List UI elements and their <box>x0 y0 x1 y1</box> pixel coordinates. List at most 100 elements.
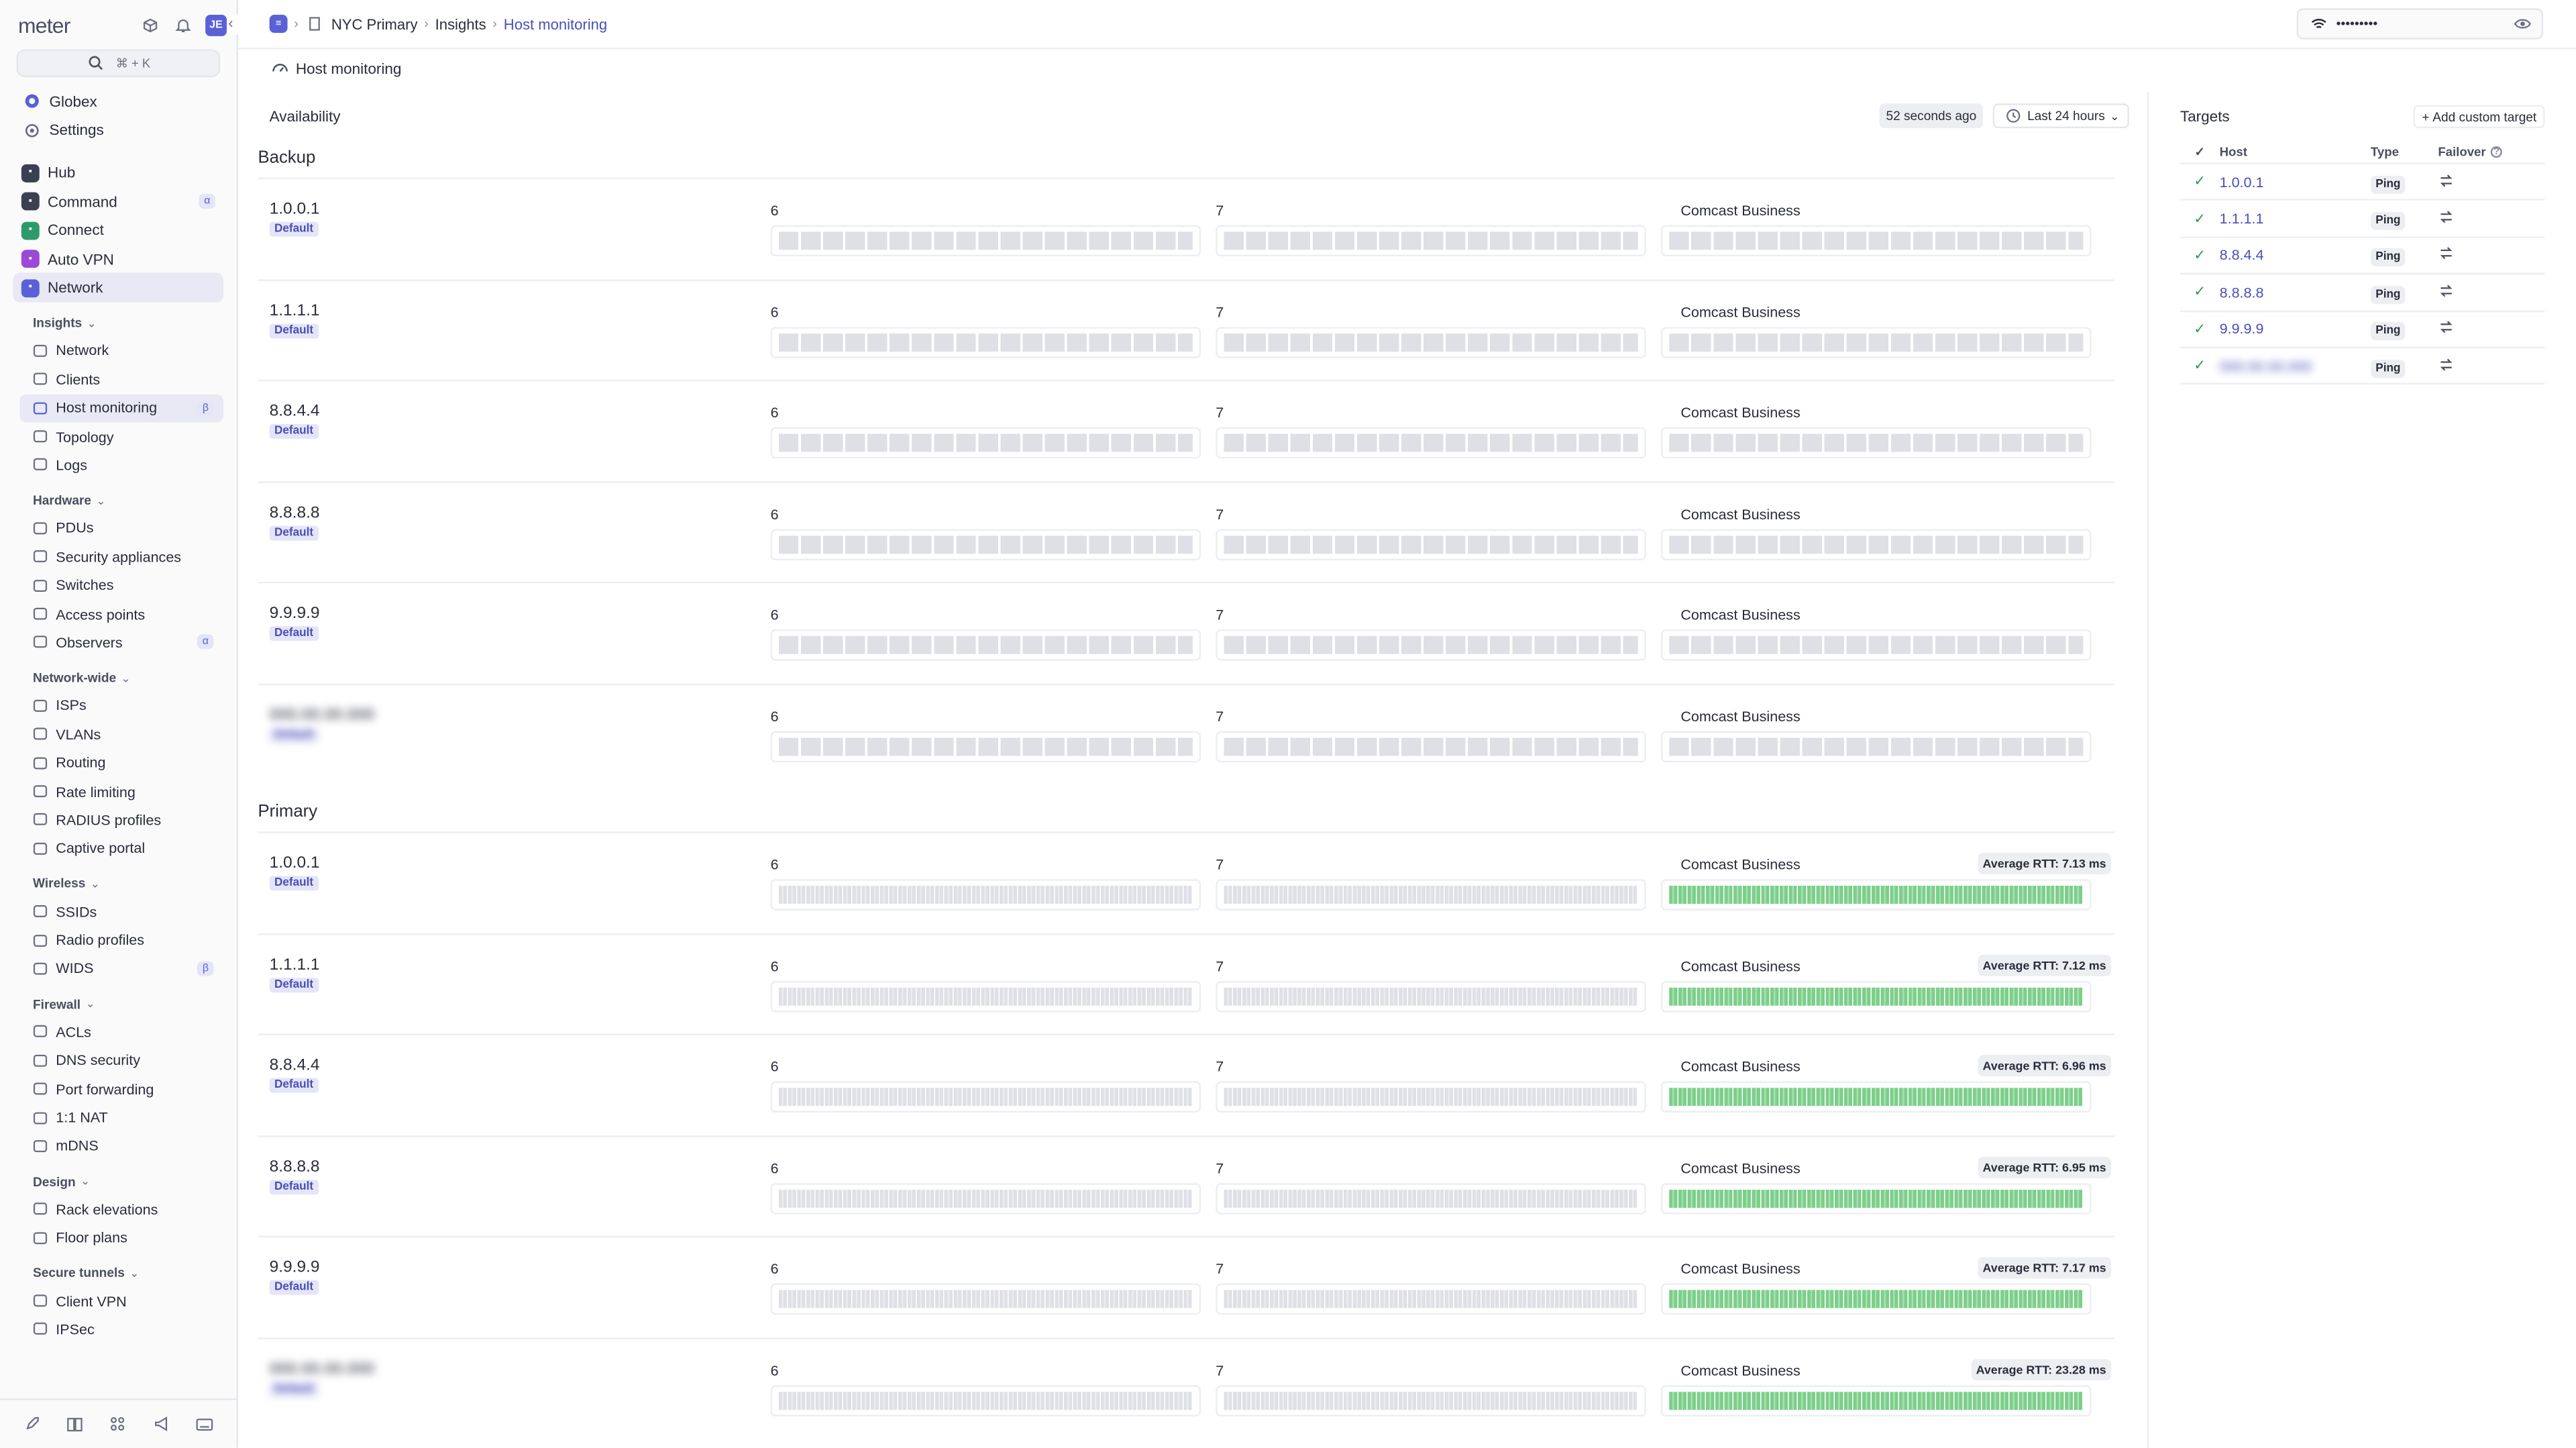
availability-bar-1[interactable] <box>771 731 1201 762</box>
target-row[interactable]: ✓1.1.1.1Ping <box>2180 201 2545 238</box>
sidebar-item-routing[interactable]: Routing <box>19 748 223 777</box>
availability-bar-2[interactable] <box>1216 1284 1646 1315</box>
target-host-link[interactable]: 8.8.4.4 <box>2220 247 2371 263</box>
availability-bar-isp[interactable] <box>1661 427 2092 459</box>
check-icon[interactable]: ✓ <box>2180 173 2220 191</box>
availability-bar-isp[interactable] <box>1661 528 2092 560</box>
availability-bar-isp[interactable] <box>1661 1384 2092 1416</box>
availability-bar-1[interactable] <box>771 1081 1201 1113</box>
app-auto-vpn[interactable]: ▪Auto VPN <box>13 245 223 274</box>
sidebar-item-access-points[interactable]: Access points <box>19 600 223 629</box>
failover-swap-icon[interactable] <box>2438 246 2454 265</box>
sidebar-item-port-forwarding[interactable]: Port forwarding <box>19 1074 223 1103</box>
availability-bar-isp[interactable] <box>1661 326 2092 358</box>
availability-bar-isp[interactable] <box>1661 879 2092 911</box>
sidebar-item-client-vpn[interactable]: Client VPN <box>19 1286 223 1315</box>
failover-swap-icon[interactable] <box>2438 319 2454 339</box>
sidebar-item-clients[interactable]: Clients <box>19 365 223 394</box>
sidebar-item-rack-elevations[interactable]: Rack elevations <box>19 1195 223 1224</box>
header-host[interactable]: Host <box>2220 145 2371 160</box>
breadcrumb-site[interactable]: NYC Primary <box>331 15 418 32</box>
sidebar-item-rate-limiting[interactable]: Rate limiting <box>19 777 223 806</box>
sidebar-item-logs[interactable]: Logs <box>19 451 223 480</box>
settings-link[interactable]: Settings <box>13 115 223 144</box>
target-row[interactable]: ✓9.9.9.9Ping <box>2180 311 2545 348</box>
section-network-wide[interactable]: Network-wide⌄ <box>33 665 223 691</box>
host-row[interactable]: 000.00.00.000Default67Comcast Business <box>258 683 2114 784</box>
sidebar-item-observers[interactable]: Observersα <box>19 628 223 657</box>
availability-bar-isp[interactable] <box>1661 1284 2092 1315</box>
target-row[interactable]: ✓1.0.0.1Ping <box>2180 164 2545 201</box>
wifi-password-field[interactable]: ••••••••• <box>2297 8 2543 40</box>
sidebar-item-vlans[interactable]: VLANs <box>19 720 223 749</box>
failover-swap-icon[interactable] <box>2438 356 2454 376</box>
rocket-icon[interactable] <box>21 1414 41 1433</box>
availability-bar-1[interactable] <box>771 225 1201 257</box>
availability-bar-2[interactable] <box>1216 225 1646 257</box>
book-icon[interactable] <box>65 1414 85 1433</box>
availability-bar-1[interactable] <box>771 528 1201 560</box>
add-custom-target-button[interactable]: + Add custom target <box>2414 105 2545 128</box>
host-row[interactable]: 9.9.9.9Default67Comcast BusinessAverage … <box>258 1236 2114 1337</box>
failover-swap-icon[interactable] <box>2438 172 2454 191</box>
grid-apps-icon[interactable] <box>109 1414 128 1433</box>
availability-bar-isp[interactable] <box>1661 980 2092 1012</box>
availability-bar-2[interactable] <box>1216 427 1646 459</box>
sidebar-item-floor-plans[interactable]: Floor plans <box>19 1223 223 1252</box>
sidebar-item-radius-profiles[interactable]: RADIUS profiles <box>19 806 223 835</box>
target-host-link[interactable]: 1.1.1.1 <box>2220 211 2371 227</box>
breadcrumb-section[interactable]: Insights <box>435 15 486 32</box>
sidebar-item-switches[interactable]: Switches <box>19 571 223 600</box>
availability-bar-isp[interactable] <box>1661 1182 2092 1214</box>
sidebar-item-wids[interactable]: WIDSβ <box>19 954 223 983</box>
keyboard-icon[interactable] <box>195 1414 215 1433</box>
target-host-link[interactable]: 000.00.00.000 <box>2220 358 2371 374</box>
section-firewall[interactable]: Firewall⌄ <box>33 991 223 1017</box>
bell-icon[interactable] <box>172 15 192 34</box>
org-selector[interactable]: Globex <box>13 87 223 116</box>
sidebar-item-1-1-nat[interactable]: 1:1 NAT <box>19 1103 223 1132</box>
sidebar-item-isps[interactable]: ISPs <box>19 691 223 720</box>
availability-bar-1[interactable] <box>771 326 1201 358</box>
availability-bar-2[interactable] <box>1216 879 1646 911</box>
section-design[interactable]: Design⌄ <box>33 1169 223 1195</box>
availability-bar-2[interactable] <box>1216 1384 1646 1416</box>
sidebar-item-captive-portal[interactable]: Captive portal <box>19 834 223 863</box>
sidebar-item-topology[interactable]: Topology <box>19 422 223 451</box>
check-icon[interactable]: ✓ <box>2180 209 2220 227</box>
time-range-dropdown[interactable]: Last 24 hours ⌄ <box>1993 103 2130 128</box>
section-hardware[interactable]: Hardware⌄ <box>33 488 223 514</box>
meter-logo[interactable]: meter <box>18 12 70 37</box>
app-network[interactable]: ▪Network <box>13 273 223 302</box>
availability-bar-1[interactable] <box>771 980 1201 1012</box>
availability-bar-1[interactable] <box>771 629 1201 661</box>
help-icon[interactable]: ? <box>2491 146 2502 158</box>
sidebar-item-ipsec[interactable]: IPSec <box>19 1315 223 1344</box>
host-row[interactable]: 1.0.0.1Default67Comcast Business <box>258 177 2114 278</box>
availability-bar-2[interactable] <box>1216 1182 1646 1214</box>
availability-bar-isp[interactable] <box>1661 731 2092 762</box>
target-host-link[interactable]: 8.8.8.8 <box>2220 284 2371 300</box>
availability-bar-1[interactable] <box>771 1182 1201 1214</box>
availability-bar-2[interactable] <box>1216 731 1646 762</box>
sidebar-item-ssids[interactable]: SSIDs <box>19 897 223 926</box>
availability-bar-1[interactable] <box>771 879 1201 911</box>
section-secure-tunnels[interactable]: Secure tunnels⌄ <box>33 1260 223 1286</box>
check-icon[interactable]: ✓ <box>2180 357 2220 375</box>
sidebar-item-security-appliances[interactable]: Security appliances <box>19 542 223 571</box>
app-connect[interactable]: ▪Connect <box>13 216 223 245</box>
host-row[interactable]: 8.8.8.8Default67Comcast Business <box>258 480 2114 582</box>
host-row[interactable]: 8.8.4.4Default67Comcast Business <box>258 380 2114 481</box>
user-avatar[interactable]: JE <box>205 14 227 36</box>
sidebar-item-network[interactable]: Network <box>19 336 223 365</box>
check-icon[interactable]: ✓ <box>2180 320 2220 338</box>
availability-bar-isp[interactable] <box>1661 629 2092 661</box>
section-insights[interactable]: Insights⌄ <box>33 310 223 336</box>
app-command[interactable]: ▪Commandα <box>13 188 223 217</box>
target-row[interactable]: ✓8.8.4.4Ping <box>2180 238 2545 275</box>
megaphone-icon[interactable] <box>152 1414 171 1433</box>
availability-bar-1[interactable] <box>771 1284 1201 1315</box>
box-icon[interactable] <box>140 15 159 34</box>
host-row[interactable]: 000.00.00.000Default67Comcast BusinessAv… <box>258 1337 2114 1438</box>
select-all-check-icon[interactable]: ✓ <box>2180 145 2220 160</box>
